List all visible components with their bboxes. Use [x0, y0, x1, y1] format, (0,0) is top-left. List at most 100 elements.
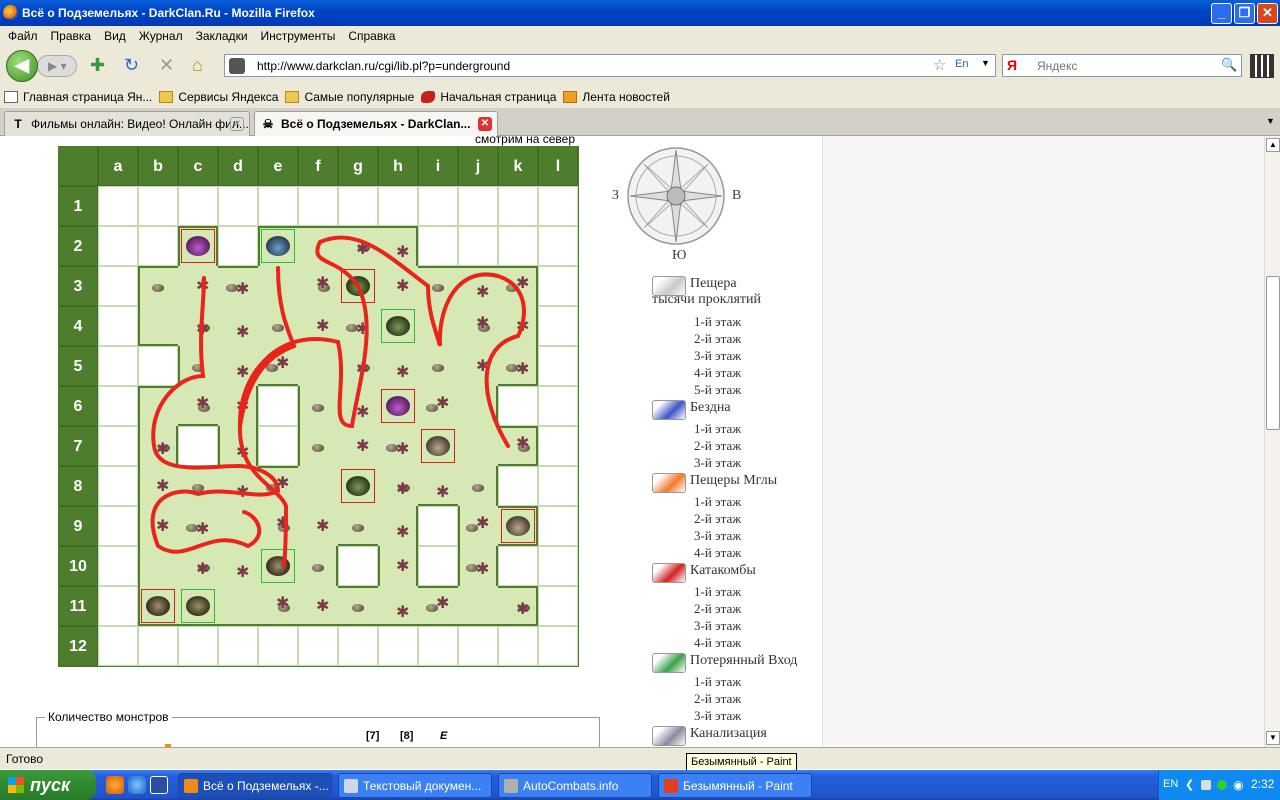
dungeon-floor-link[interactable]: 1-й этаж [694, 421, 741, 437]
task-firefox[interactable]: Всё о Подземельях -... [178, 773, 332, 798]
menu-file[interactable]: Файл [8, 29, 38, 43]
dungeon-floor-link[interactable]: 4-й этаж [694, 545, 741, 561]
menu-bookmarks[interactable]: Закладки [196, 29, 248, 43]
close-tab-icon[interactable]: ✕ [230, 117, 244, 131]
volume-icon[interactable]: ◉ [1233, 778, 1243, 792]
signal-icon[interactable] [1217, 780, 1227, 790]
dungeon-floor-link[interactable]: 2-й этаж [694, 438, 741, 454]
home-icon[interactable]: ⌂ [192, 56, 203, 74]
status-text: Готово [6, 752, 44, 766]
bookmark-star-icon[interactable]: ☆ [933, 56, 946, 74]
menu-edit[interactable]: Правка [51, 29, 92, 43]
bookmark-yandex-home[interactable]: Главная страница Ян... [4, 90, 152, 104]
ie-quicklaunch-icon[interactable] [128, 776, 146, 794]
autocombats-task-icon [504, 779, 518, 793]
notepad-task-icon [344, 779, 358, 793]
dungeon-floor-link[interactable]: 5-й этаж [694, 382, 741, 398]
task-autocombats[interactable]: AutoCombats.info [498, 773, 652, 798]
count-link-8[interactable]: [8] [400, 730, 413, 742]
language-indicator[interactable]: EN [1163, 778, 1178, 790]
dungeon-floor-link[interactable]: 2-й этаж [694, 601, 741, 617]
dungeon-floor-link[interactable]: 4-й этаж [694, 365, 741, 381]
dungeon-floor-link[interactable]: 2-й этаж [694, 331, 741, 347]
scroll-thumb[interactable] [1266, 276, 1280, 430]
new-tab-icon[interactable]: ✚ [90, 56, 105, 74]
feed-icon[interactable]: En [955, 58, 968, 70]
close-window-button[interactable]: ✕ [1257, 3, 1278, 24]
start-button[interactable]: пуск [0, 770, 96, 800]
windows-logo-icon [8, 777, 24, 793]
tab-list-icon[interactable]: ▼ [1266, 116, 1275, 126]
compass-west-label: З [612, 188, 620, 203]
tab-films[interactable]: T Фильмы онлайн: Видео! Онлайн фил... ✕ [4, 111, 250, 136]
menu-tools[interactable]: Инструменты [261, 29, 336, 43]
scroll-up-icon[interactable]: ▲ [1266, 138, 1280, 152]
page-content: смотрим на север a b c d e f g h i j k l 1 2 3 4 5 6 7 8 9 10… [0, 136, 1264, 747]
compass-rose-icon [627, 147, 725, 245]
bookmark-start-page[interactable]: Начальная страница [421, 90, 556, 104]
dungeon-floor-link[interactable]: 1-й этаж [694, 674, 741, 690]
dungeon-name: Потерянный Вход [690, 653, 798, 668]
search-bar[interactable]: Я 🔍 [1002, 54, 1242, 77]
firefox-quicklaunch-icon[interactable] [106, 776, 124, 794]
maximize-button[interactable]: ❐ [1234, 3, 1255, 24]
stop-icon[interactable]: ✕ [159, 56, 174, 74]
map-pane: смотрим на север a b c d e f g h i j k l 1 2 3 4 5 6 7 8 9 10… [0, 136, 822, 747]
bookmark-yandex-services[interactable]: Сервисы Яндекса [159, 90, 278, 104]
tray-arrow-icon[interactable]: ❮ [1185, 778, 1194, 791]
system-tray: EN ❮ ◉ 2:32 [1158, 770, 1280, 800]
back-button[interactable]: ◀ [6, 50, 38, 82]
dungeon-floor-link[interactable]: 1-й этаж [694, 494, 741, 510]
minimize-button[interactable]: _ [1211, 3, 1232, 24]
folder-icon [285, 91, 300, 103]
apps-grid-icon[interactable] [1250, 54, 1274, 78]
dungeon-floor-link[interactable]: 3-й этаж [694, 348, 741, 364]
menu-view[interactable]: Вид [104, 29, 126, 43]
search-input[interactable] [1037, 57, 1217, 75]
search-icon[interactable]: 🔍 [1221, 57, 1237, 73]
url-dropdown-icon[interactable]: ▼ [981, 58, 990, 68]
address-bar[interactable]: ☆ En ▼ [224, 54, 996, 77]
compass-east-label: В [732, 188, 742, 203]
tab-label: Фильмы онлайн: Видео! Онлайн фил... [31, 117, 249, 131]
desktop-quicklaunch-icon[interactable] [150, 776, 168, 794]
reload-icon[interactable]: ↻ [124, 56, 139, 74]
dungeon-floor-link[interactable]: 2-й этаж [694, 511, 741, 527]
task-paint[interactable]: Безымянный - Paint [658, 773, 812, 798]
menu-help[interactable]: Справка [348, 29, 395, 43]
window-titlebar: Всё о Подземельях - DarkClan.Ru - Mozill… [0, 0, 1280, 26]
bookmark-most-popular[interactable]: Самые популярные [285, 90, 414, 104]
url-input[interactable] [257, 57, 937, 75]
dungeon-floor-link[interactable]: 1-й этаж [694, 314, 741, 330]
page-icon [4, 91, 18, 103]
map-outer-border [58, 146, 579, 667]
dungeon-floor-link[interactable]: 3-й этаж [694, 528, 741, 544]
dungeon-floor-link[interactable]: 1-й этаж [694, 584, 741, 600]
network-icon[interactable] [1201, 780, 1211, 790]
count-link-7[interactable]: [7] [366, 730, 379, 742]
forward-button[interactable]: ▶ ▾ [37, 55, 77, 77]
paint-task-icon [664, 779, 678, 793]
dungeon-floor-link[interactable]: 2-й этаж [694, 691, 741, 707]
vertical-scrollbar[interactable]: ▲ ▼ [1264, 136, 1280, 747]
count-link-e[interactable]: E [440, 730, 447, 742]
rss-icon [563, 91, 578, 103]
navigation-toolbar: ▶ ▾ ◀ ✚ ↻ ✕ ⌂ ☆ En ▼ Я 🔍 [0, 46, 1280, 86]
tab-dungeons[interactable]: ☠ Всё о Подземельях - DarkClan... ✕ [254, 111, 498, 136]
monster-count-legend: Количество монстров [45, 710, 172, 724]
scroll-down-icon[interactable]: ▼ [1266, 731, 1280, 745]
menu-history[interactable]: Журнал [139, 29, 183, 43]
yandex-engine-icon[interactable]: Я [1007, 57, 1017, 73]
bookmark-news-feed[interactable]: Лента новостей [563, 90, 670, 104]
dungeon-floor-link[interactable]: 3-й этаж [694, 455, 741, 471]
dungeon-floor-link[interactable]: 3-й этаж [694, 708, 741, 724]
menu-bar: Файл Правка Вид Журнал Закладки Инструме… [0, 26, 1280, 46]
status-bar: Готово [0, 747, 1280, 769]
dungeon-floor-link[interactable]: 4-й этаж [694, 635, 741, 651]
task-notepad[interactable]: Текстовый докумен... [338, 773, 492, 798]
site-favicon [229, 58, 245, 74]
dungeon-floor-link[interactable]: 3-й этаж [694, 618, 741, 634]
windows-taskbar: пуск Всё о Подземельях -... Текстовый до… [0, 770, 1280, 800]
compass-south-label: Ю [672, 248, 687, 263]
close-tab-icon[interactable]: ✕ [478, 117, 492, 131]
